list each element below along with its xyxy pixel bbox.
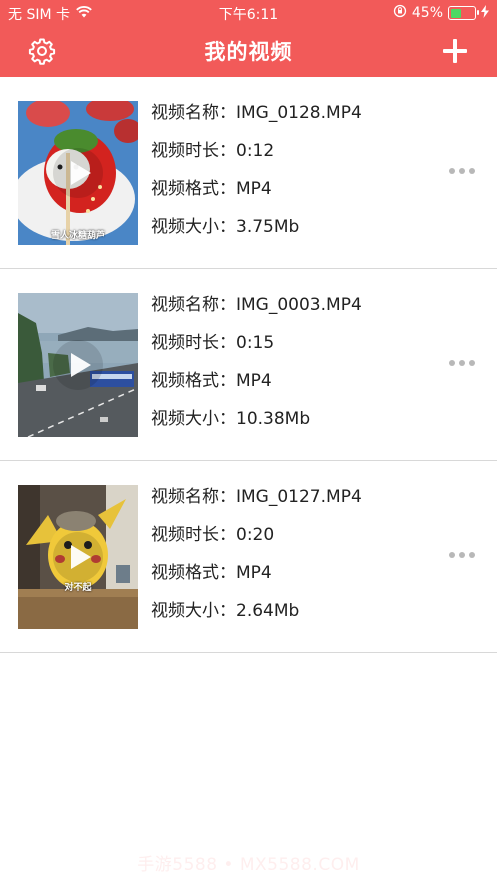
video-info: 视频名称：IMG_0127.MP4 视频时长：0:20 视频格式：MP4 视频大… xyxy=(151,485,362,637)
size-label: 视频大小： xyxy=(151,217,236,237)
battery-icon xyxy=(448,6,479,20)
video-format: MP4 xyxy=(236,179,272,199)
video-name-line: 视频名称：IMG_0003.MP4 xyxy=(151,293,362,331)
size-label: 视频大小： xyxy=(151,409,236,429)
format-label: 视频格式： xyxy=(151,371,236,391)
more-dot-icon xyxy=(449,168,455,174)
video-thumbnail[interactable]: 对不起 xyxy=(18,485,138,629)
battery-level xyxy=(450,8,461,18)
video-name: IMG_0128.MP4 xyxy=(236,103,362,123)
size-label: 视频大小： xyxy=(151,601,236,621)
more-dot-icon xyxy=(459,360,465,366)
video-size: 2.64Mb xyxy=(236,601,300,621)
video-duration: 0:15 xyxy=(236,333,275,353)
video-info: 视频名称：IMG_0003.MP4 视频时长：0:15 视频格式：MP4 视频大… xyxy=(151,293,362,445)
video-row[interactable]: 视频名称：IMG_0003.MP4 视频时长：0:15 视频格式：MP4 视频大… xyxy=(0,269,497,461)
video-size-line: 视频大小：3.75Mb xyxy=(151,215,362,253)
video-format-line: 视频格式：MP4 xyxy=(151,369,362,407)
more-dot-icon xyxy=(459,552,465,558)
more-dot-icon xyxy=(449,552,455,558)
page-title: 我的视频 xyxy=(204,40,293,64)
thumbnail-caption: 雪人冰糖葫芦 xyxy=(50,231,105,241)
orientation-lock-icon xyxy=(393,4,407,22)
video-format-line: 视频格式：MP4 xyxy=(151,561,362,599)
duration-label: 视频时长： xyxy=(151,333,236,353)
video-format-line: 视频格式：MP4 xyxy=(151,177,362,215)
video-format: MP4 xyxy=(236,563,272,583)
name-label: 视频名称： xyxy=(151,487,236,507)
more-options-button[interactable] xyxy=(449,360,475,366)
video-list: 雪人冰糖葫芦 视频名称：IMG_0128.MP4 视频时长：0:12 视频格式：… xyxy=(0,77,497,653)
more-dot-icon xyxy=(469,360,475,366)
duration-label: 视频时长： xyxy=(151,525,236,545)
more-dot-icon xyxy=(459,168,465,174)
battery-cap xyxy=(477,10,479,15)
video-duration: 0:20 xyxy=(236,525,275,545)
video-duration: 0:12 xyxy=(236,141,275,161)
duration-label: 视频时长： xyxy=(151,141,236,161)
plus-icon xyxy=(443,39,467,63)
video-size: 3.75Mb xyxy=(236,217,300,237)
video-row[interactable]: 雪人冰糖葫芦 视频名称：IMG_0128.MP4 视频时长：0:12 视频格式：… xyxy=(0,77,497,269)
play-icon[interactable] xyxy=(71,353,91,377)
video-format: MP4 xyxy=(236,371,272,391)
charging-bolt-icon xyxy=(481,4,489,22)
video-size-line: 视频大小：2.64Mb xyxy=(151,599,362,637)
video-thumbnail[interactable] xyxy=(18,293,138,437)
thumbnail-caption: 对不起 xyxy=(64,583,92,593)
video-row[interactable]: 对不起 视频名称：IMG_0127.MP4 视频时长：0:20 视频格式：MP4… xyxy=(0,461,497,653)
video-name: IMG_0127.MP4 xyxy=(236,487,362,507)
video-duration-line: 视频时长：0:15 xyxy=(151,331,362,369)
video-name-line: 视频名称：IMG_0127.MP4 xyxy=(151,485,362,523)
video-duration-line: 视频时长：0:20 xyxy=(151,523,362,561)
more-options-button[interactable] xyxy=(449,168,475,174)
video-thumbnail[interactable]: 雪人冰糖葫芦 xyxy=(18,101,138,245)
status-right: 45% xyxy=(393,4,489,22)
more-options-button[interactable] xyxy=(449,552,475,558)
name-label: 视频名称： xyxy=(151,103,236,123)
name-label: 视频名称： xyxy=(151,295,236,315)
format-label: 视频格式： xyxy=(151,179,236,199)
video-name-line: 视频名称：IMG_0128.MP4 xyxy=(151,101,362,139)
more-dot-icon xyxy=(449,360,455,366)
video-duration-line: 视频时长：0:12 xyxy=(151,139,362,177)
video-size-line: 视频大小：10.38Mb xyxy=(151,407,362,445)
app-header: 无 SIM 卡 下午6:11 45% 我的视频 xyxy=(0,0,497,77)
play-icon[interactable] xyxy=(71,545,91,569)
more-dot-icon xyxy=(469,552,475,558)
add-video-button[interactable] xyxy=(441,37,469,65)
format-label: 视频格式： xyxy=(151,563,236,583)
video-size: 10.38Mb xyxy=(236,409,311,429)
more-dot-icon xyxy=(469,168,475,174)
play-icon[interactable] xyxy=(71,161,91,185)
video-name: IMG_0003.MP4 xyxy=(236,295,362,315)
video-info: 视频名称：IMG_0128.MP4 视频时长：0:12 视频格式：MP4 视频大… xyxy=(151,101,362,253)
status-bar: 无 SIM 卡 下午6:11 45% xyxy=(0,0,497,26)
watermark: 手游5588 • MX5588.COM xyxy=(137,855,360,875)
battery-percent: 45% xyxy=(411,5,443,21)
